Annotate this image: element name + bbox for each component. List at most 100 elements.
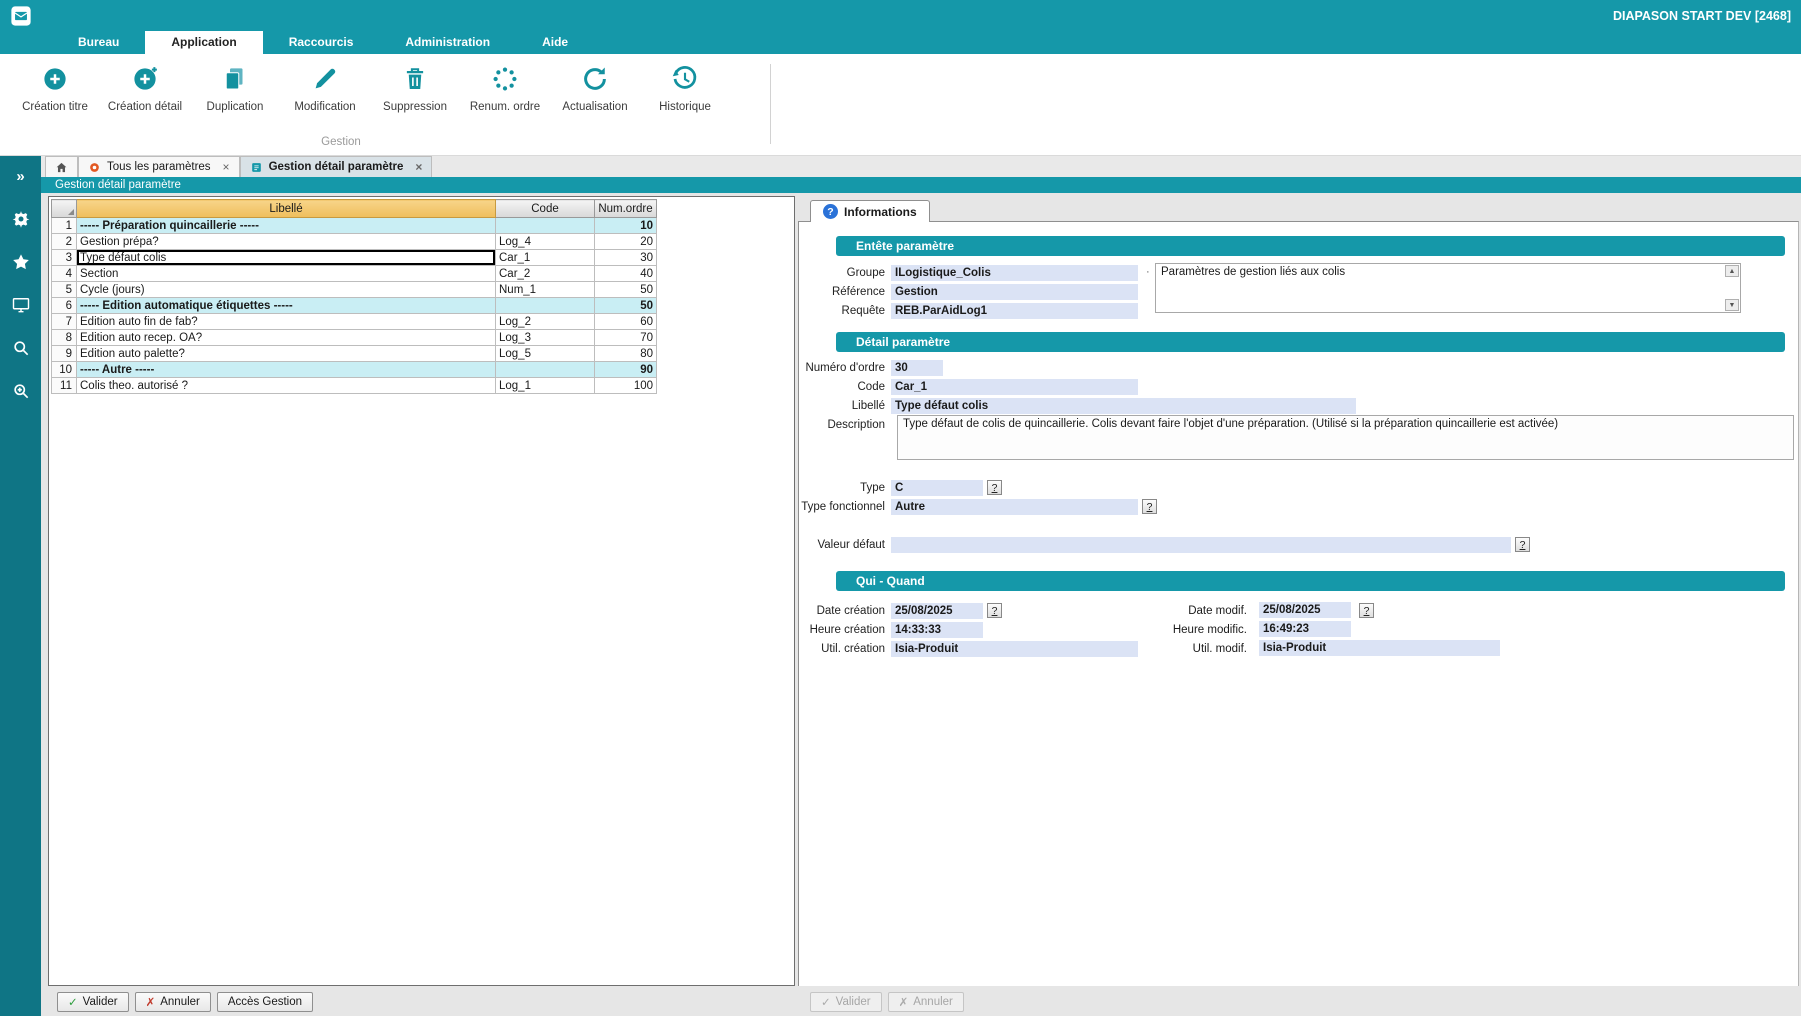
historique-button[interactable]: Historique [640,60,730,113]
cell-code[interactable]: Log_3 [496,330,595,346]
help-valeur-defaut-button[interactable]: ? [1515,537,1530,552]
cell-code[interactable]: Car_1 [496,250,595,266]
groupe-comment-box[interactable]: Paramètres de gestion liés aux colis ▲ ▼ [1155,263,1741,313]
grid-col-libelle[interactable]: Libellé [77,200,496,218]
grid-col-code[interactable]: Code [496,200,595,218]
row-number[interactable]: 6 [52,298,77,314]
cell-num[interactable]: 100 [595,378,657,394]
cell-libelle[interactable]: ----- Préparation quincaillerie ----- [77,218,496,234]
numero-ordre-field[interactable]: 30 [891,360,943,376]
acces-gestion-button[interactable]: Accès Gestion [217,992,313,1012]
cell-num[interactable]: 60 [595,314,657,330]
grid-corner-cell[interactable] [52,200,77,218]
creation-detail-button[interactable]: Création détail [100,60,190,113]
row-number[interactable]: 2 [52,234,77,250]
annuler-button-disabled[interactable]: ✗ Annuler [888,992,964,1012]
duplication-button[interactable]: Duplication [190,60,280,113]
help-date-creation-button[interactable]: ? [987,603,1002,618]
cell-num[interactable]: 50 [595,282,657,298]
heure-creation-field[interactable]: 14:33:33 [891,622,983,638]
cell-code[interactable] [496,218,595,234]
settings-sidebar-button[interactable] [8,207,34,231]
type-fonctionnel-field[interactable]: Autre [891,499,1138,515]
cell-num[interactable]: 90 [595,362,657,378]
libelle-field[interactable]: Type défaut colis [891,398,1356,414]
tab-home[interactable] [45,156,78,177]
cell-code[interactable]: Log_5 [496,346,595,362]
cell-libelle[interactable]: Colis theo. autorisé ? [77,378,496,394]
groupe-field[interactable]: ILogistique_Colis [891,265,1138,281]
row-number[interactable]: 9 [52,346,77,362]
row-number[interactable]: 8 [52,330,77,346]
cell-code[interactable]: Num_1 [496,282,595,298]
menu-administration[interactable]: Administration [379,31,516,54]
advanced-search-sidebar-button[interactable] [8,379,34,403]
creation-titre-button[interactable]: Création titre [10,60,100,113]
cell-num[interactable]: 30 [595,250,657,266]
util-modif-field[interactable]: Isia-Produit [1259,640,1500,656]
cell-num[interactable]: 70 [595,330,657,346]
menu-raccourcis[interactable]: Raccourcis [263,31,380,54]
valider-button-disabled[interactable]: ✓ Valider [810,992,882,1012]
cell-num[interactable]: 10 [595,218,657,234]
cell-num[interactable]: 50 [595,298,657,314]
table-row-selected[interactable]: 3 Type défaut colis Car_1 30 [52,250,657,266]
cell-code[interactable]: Car_2 [496,266,595,282]
reference-field[interactable]: Gestion [891,284,1138,300]
cell-code[interactable]: Log_2 [496,314,595,330]
actualisation-button[interactable]: Actualisation [550,60,640,113]
search-sidebar-button[interactable] [8,336,34,360]
renum-ordre-button[interactable]: Renum. ordre [460,60,550,113]
grid-col-num[interactable]: Num.ordre [595,200,657,218]
code-field[interactable]: Car_1 [891,379,1138,395]
cell-code[interactable] [496,362,595,378]
scroll-up-icon[interactable]: ▲ [1725,265,1739,277]
table-row[interactable]: 8 Edition auto recep. OA? Log_3 70 [52,330,657,346]
tab-gestion-detail-parametre[interactable]: Gestion détail paramètre × [240,156,433,177]
monitor-sidebar-button[interactable] [8,293,34,317]
row-number[interactable]: 3 [52,250,77,266]
help-type-fonctionnel-button[interactable]: ? [1142,499,1157,514]
close-tab-icon[interactable]: × [223,160,230,174]
annuler-button[interactable]: ✗ Annuler [135,992,211,1012]
type-field[interactable]: C [891,480,983,496]
modification-button[interactable]: Modification [280,60,370,113]
suppression-button[interactable]: Suppression [370,60,460,113]
expand-panel-button[interactable]: » [8,164,34,188]
cell-code[interactable]: Log_1 [496,378,595,394]
description-field[interactable]: Type défaut de colis de quincaillerie. C… [897,415,1794,460]
valeur-defaut-field[interactable] [891,537,1511,553]
util-creation-field[interactable]: Isia-Produit [891,641,1138,657]
cell-libelle[interactable]: Section [77,266,496,282]
table-row[interactable]: 7 Edition auto fin de fab? Log_2 60 [52,314,657,330]
cell-libelle[interactable]: Edition auto fin de fab? [77,314,496,330]
cell-libelle[interactable]: Gestion prépa? [77,234,496,250]
cell-num[interactable]: 40 [595,266,657,282]
table-row[interactable]: 5 Cycle (jours) Num_1 50 [52,282,657,298]
menu-bureau[interactable]: Bureau [52,31,145,54]
row-number[interactable]: 7 [52,314,77,330]
cell-libelle[interactable]: ----- Autre ----- [77,362,496,378]
tab-informations[interactable]: ? Informations [810,200,930,222]
row-number[interactable]: 10 [52,362,77,378]
table-row[interactable]: 1 ----- Préparation quincaillerie ----- … [52,218,657,234]
heure-modif-field[interactable]: 16:49:23 [1259,621,1351,637]
table-row[interactable]: 11 Colis theo. autorisé ? Log_1 100 [52,378,657,394]
close-tab-icon[interactable]: × [415,160,422,174]
favorites-sidebar-button[interactable] [8,250,34,274]
help-date-modif-button[interactable]: ? [1359,603,1374,618]
table-row[interactable]: 10 ----- Autre ----- 90 [52,362,657,378]
date-creation-field[interactable]: 25/08/2025 [891,603,983,619]
cell-libelle-selected[interactable]: Type défaut colis [77,250,496,266]
date-modif-field[interactable]: 25/08/2025 [1259,602,1351,618]
cell-code[interactable] [496,298,595,314]
cell-libelle[interactable]: Edition auto recep. OA? [77,330,496,346]
cell-num[interactable]: 20 [595,234,657,250]
table-row[interactable]: 2 Gestion prépa? Log_4 20 [52,234,657,250]
scroll-down-icon[interactable]: ▼ [1725,299,1739,311]
help-type-button[interactable]: ? [987,480,1002,495]
cell-code[interactable]: Log_4 [496,234,595,250]
table-row[interactable]: 9 Edition auto palette? Log_5 80 [52,346,657,362]
row-number[interactable]: 4 [52,266,77,282]
row-number[interactable]: 5 [52,282,77,298]
